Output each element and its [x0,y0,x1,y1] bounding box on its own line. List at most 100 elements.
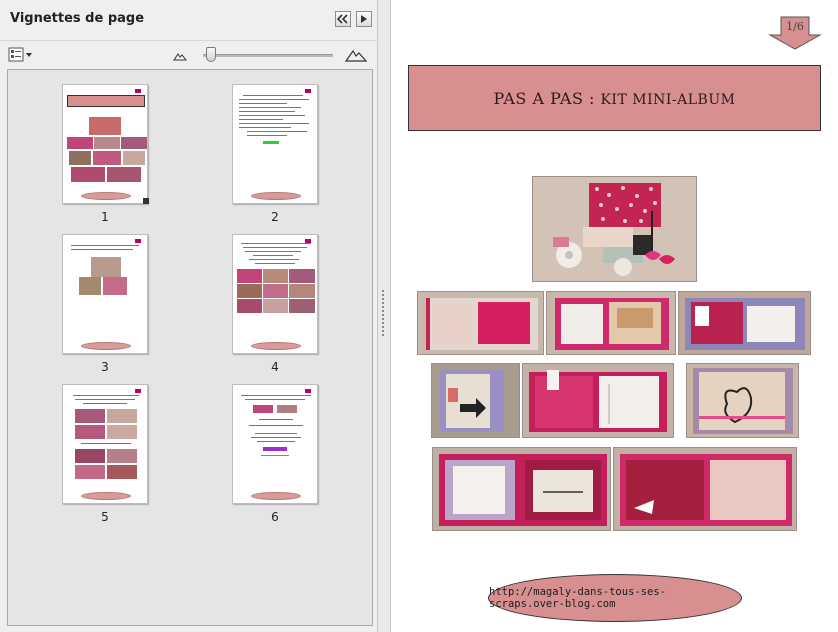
thumbnail-text-line [251,437,301,438]
thumbnail-text-line [83,403,127,404]
thumbnail-label-1: 1 [101,210,109,224]
page-thumbnail-2[interactable] [232,84,318,204]
thumbnail-label-3: 3 [101,360,109,374]
page-indicator: 1/6 [786,20,804,33]
album-photo-row2-1 [431,363,520,438]
thumbnail-label-6: 6 [271,510,279,524]
triangle-right-icon [361,15,367,23]
thumbnail-photo [71,167,105,182]
thumbnail-photo [67,137,93,149]
thumbnail-text-line [239,107,301,108]
thumbnail-label-4: 4 [271,360,279,374]
thumbnail-text-line [239,119,283,120]
thumbnail-photo [75,465,105,479]
thumbnail-text-line [241,395,311,396]
thumbnail-photo [263,269,288,283]
document-title: PAS A PAS : KIT MINI-ALBUM [494,89,736,108]
thumbnail-photo [107,465,137,479]
thumbnail-text-line [257,441,295,442]
thumbnail-photo [93,151,121,165]
thumbnail-text-line [239,111,295,112]
splitter-grip-icon[interactable] [382,290,384,336]
thumbnail-photo [75,409,105,423]
thumbnail-photo [107,425,137,439]
thumbnail-corner-flag [135,389,141,393]
thumbnail-photo [237,284,262,298]
thumbnail-text-line [241,243,311,244]
thumbnail-text-line [75,399,135,400]
thumbnail-text-line [253,255,293,256]
thumbnail-photo [107,409,137,423]
thumbnail-photo [237,299,262,313]
thumbnail-text-line [239,127,291,128]
album-photo-row1-3 [678,291,811,355]
double-chevron-left-icon [337,14,348,24]
next-panel-button[interactable] [356,11,372,27]
options-menu-icon [8,47,32,62]
thumbnail-text-line [247,135,287,136]
thumbnail-label-2: 2 [271,210,279,224]
thumbnail-photo [121,137,147,149]
thumbnail-photo [75,425,105,439]
thumbnail-photo [91,257,121,277]
thumbnail-photo [263,284,288,298]
thumbnail-photo [107,449,137,463]
page-thumbnail-6[interactable] [232,384,318,504]
thumbnail-text-line [255,433,297,434]
footer-link-oval[interactable]: http://magaly-dans-tous-ses-scraps.over-… [488,574,742,622]
thumbnail-text-line [239,99,309,100]
thumbnail-scroll-area[interactable]: 1 2 3 4 5 6 [7,69,373,626]
thumbnail-corner-flag [305,89,311,93]
thumbnail-label-5: 5 [101,510,109,524]
page-thumbnail-1[interactable] [62,84,149,204]
thumbnail-text-line [239,115,305,116]
thumbnail-footer-oval [251,492,301,500]
thumbnail-photo [69,151,91,165]
thumbnail-size-slider-handle[interactable] [206,47,216,62]
page-indicator-arrow: 1/6 [768,16,822,50]
thumbnail-text-line [247,131,307,132]
title-rest: KIT MINI-ALBUM [600,91,736,108]
footer-url-link[interactable]: http://magaly-dans-tous-ses-scraps.over-… [489,586,741,610]
options-button[interactable] [8,47,34,63]
album-photo-row2-2 [522,363,674,438]
thumbnail-title-bar [67,95,145,107]
thumbnail-photo [79,277,101,295]
thumbnail-size-slider-track[interactable] [203,54,333,57]
album-photo-row3-1 [432,447,611,531]
thumbnail-footer-oval [251,342,301,350]
page-thumbnail-3[interactable] [62,234,148,354]
page-thumbnail-5[interactable] [62,384,148,504]
thumbnail-text-line [243,247,307,248]
thumbnail-footer-oval [81,192,131,200]
panel-header: Vignettes de page [0,0,378,38]
thumbnail-corner-flag [135,89,141,93]
thumbnail-text-line [249,425,303,426]
zoom-out-mountain-icon[interactable] [173,51,187,61]
thumbnail-purple-mark [263,447,287,451]
album-photo-row1-2 [546,291,676,355]
panel-title: Vignettes de page [10,11,145,26]
thumbnail-text-line [245,399,305,400]
thumbnail-corner-flag [305,389,311,393]
panel-splitter[interactable] [378,0,390,632]
page-thumbnail-4[interactable] [232,234,318,354]
thumbnail-green-mark [263,141,279,144]
thumbnail-photo [253,405,273,413]
thumbnail-photo [289,269,315,283]
kit-photo-art [533,177,696,281]
document-page: 1/6 PAS A PAS : KIT MINI-ALBUM http://ma… [390,0,838,632]
thumbnail-photo [263,299,288,313]
thumbnail-text-line [245,251,301,252]
thumbnail-footer-oval [251,192,301,200]
thumbnail-text-line [259,419,293,420]
collapse-panel-button[interactable] [335,11,351,27]
thumbnail-text-line [249,259,299,260]
thumbnail-text-line [71,245,139,246]
title-caps: PAS A PAS [493,88,584,108]
kit-main-photo [532,176,697,282]
album-photo-row3-2 [613,447,797,531]
thumbnail-photo [289,299,315,313]
panel-toolbar [0,40,378,68]
zoom-in-mountain-icon[interactable] [345,48,367,62]
